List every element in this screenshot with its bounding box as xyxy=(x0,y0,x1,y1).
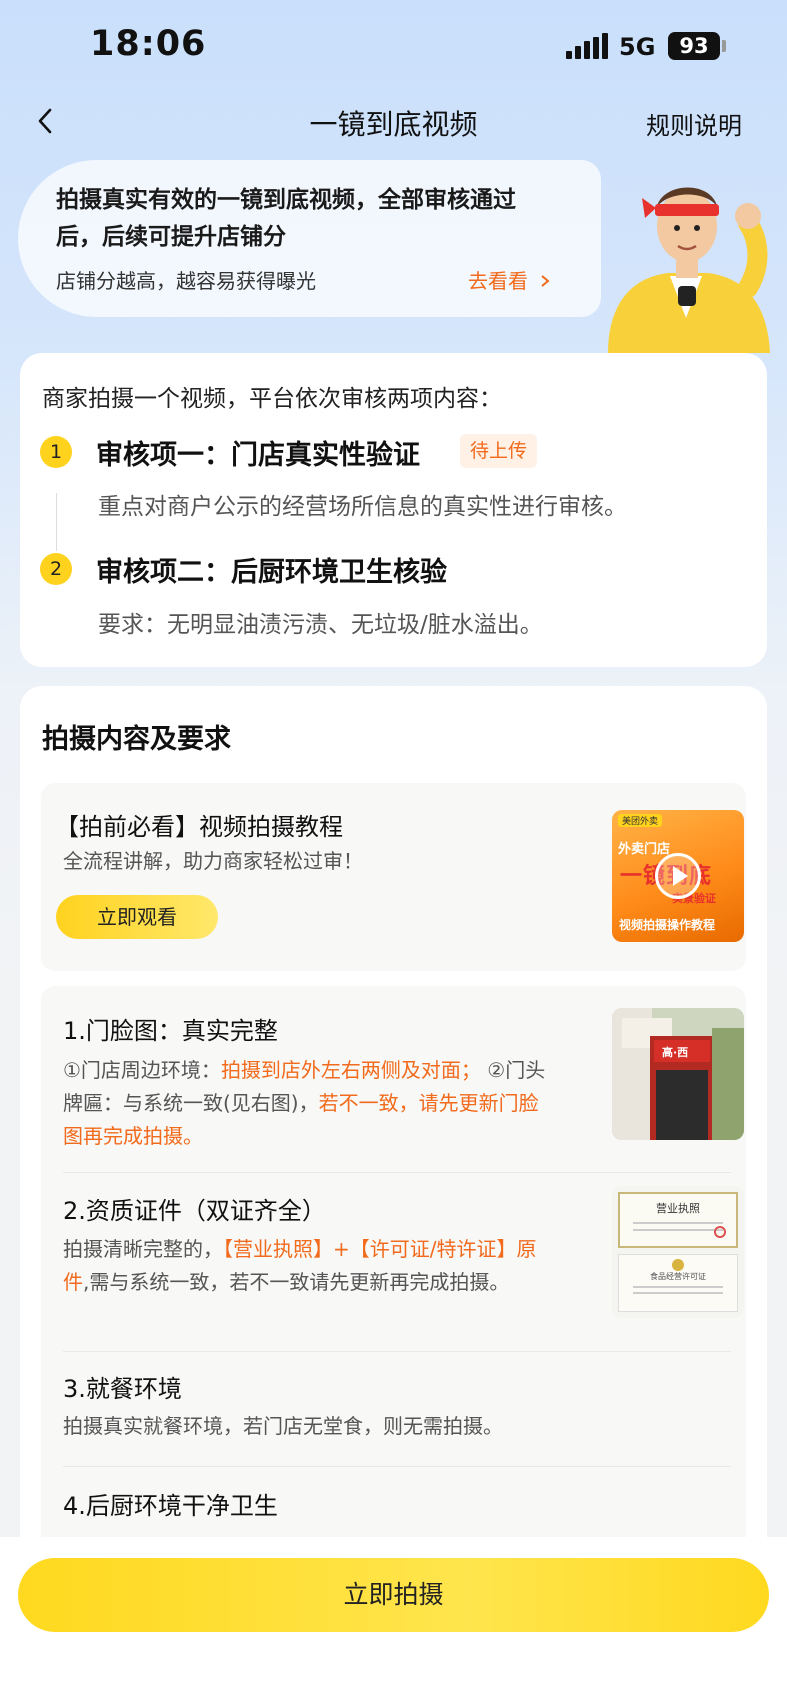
review-intro: 商家拍摄一个视频，平台依次审核两项内容： xyxy=(42,386,502,412)
tutorial-box: 【拍前必看】视频拍摄教程 全流程讲解，助力商家轻松过审！ 立即观看 美团外卖 外… xyxy=(41,783,746,971)
section-title: 拍摄内容及要求 xyxy=(42,724,231,755)
step-number-1: 1 xyxy=(40,436,72,468)
requirement-1-title: 1.门脸图：真实完整 xyxy=(63,1017,278,1045)
step-number-2: 2 xyxy=(40,553,72,585)
banner-subtext: 店铺分越高，越容易获得曝光 xyxy=(56,269,316,293)
shoot-now-button[interactable]: 立即拍摄 xyxy=(18,1558,769,1632)
requirement-3-text: 拍摄真实就餐环境，若门店无堂食，则无需拍摄。 xyxy=(63,1414,503,1438)
review-item-2-desc: 要求：无明显油渍污渍、无垃圾/脏水溢出。 xyxy=(98,612,543,638)
tutorial-video-thumbnail[interactable]: 美团外卖 外卖门店 一镜到底 实景验证 视频拍摄操作教程 xyxy=(612,810,744,942)
divider xyxy=(63,1466,731,1467)
requirement-2-title: 2.资质证件（双证齐全） xyxy=(63,1197,326,1225)
sign-text: 高·西 xyxy=(662,1046,689,1059)
storefront-image: 高·西 xyxy=(612,1008,744,1140)
banner-link[interactable]: 去看看 xyxy=(468,265,550,294)
divider xyxy=(63,1172,731,1173)
requirement-3-title: 3.就餐环境 xyxy=(63,1375,182,1403)
tutorial-title: 【拍前必看】视频拍摄教程 xyxy=(55,813,343,841)
signal-icon xyxy=(566,33,608,59)
food-permit-thumb: 食品经营许可证 xyxy=(618,1254,738,1312)
certificate-image: 营业执照 食品经营许可证 xyxy=(612,1186,744,1318)
watch-now-button[interactable]: 立即观看 xyxy=(56,895,218,939)
review-card: 商家拍摄一个视频，平台依次审核两项内容： 1 审核项一：门店真实性验证 待上传 … xyxy=(20,353,767,667)
requirement-1-text: ①门店周边环境：拍摄到店外左右两侧及对面； ②门头牌匾：与系统一致(见右图)，若… xyxy=(63,1058,546,1148)
requirement-2-text: 拍摄清晰完整的，【营业执照】+【许可证/特许证】原件,需与系统一致，若不一致请先… xyxy=(63,1237,537,1294)
chevron-right-icon xyxy=(541,275,550,287)
business-license-thumb: 营业执照 xyxy=(618,1192,738,1248)
network-type: 5G xyxy=(619,33,656,61)
banner-headline: 拍摄真实有效的一镜到底视频，全部审核通过后，后续可提升店铺分 xyxy=(56,187,516,250)
battery-icon: 93 xyxy=(668,32,720,60)
status-bar: 18:06 5G 93 xyxy=(0,0,787,95)
status-time: 18:06 xyxy=(90,24,207,64)
battery-cap xyxy=(722,40,726,52)
status-badge: 待上传 xyxy=(460,434,538,468)
thumb-line1: 外卖门店 xyxy=(618,842,671,857)
review-item-1-desc: 重点对商户公示的经营场所信息的真实性进行审核。 xyxy=(98,494,627,520)
play-icon xyxy=(655,853,701,899)
divider xyxy=(63,1351,731,1352)
promo-banner: 拍摄真实有效的一镜到底视频，全部审核通过后，后续可提升店铺分 店铺分越高，越容易… xyxy=(18,160,601,317)
banner-link-label: 去看看 xyxy=(468,269,528,293)
review-item-2-title: 审核项二：后厨环境卫生核验 xyxy=(96,557,447,588)
thumb-caption: 视频拍摄操作教程 xyxy=(619,918,716,932)
mascot-illustration xyxy=(608,187,770,353)
step-connector xyxy=(56,493,57,551)
thumb-tag: 美团外卖 xyxy=(618,814,663,827)
tutorial-subtitle: 全流程讲解，助力商家轻松过审！ xyxy=(63,849,363,873)
rules-link[interactable]: 规则说明 xyxy=(646,106,742,141)
review-item-1-title: 审核项一：门店真实性验证 xyxy=(96,440,420,471)
requirement-4-title: 4.后厨环境干净卫生 xyxy=(63,1492,278,1520)
